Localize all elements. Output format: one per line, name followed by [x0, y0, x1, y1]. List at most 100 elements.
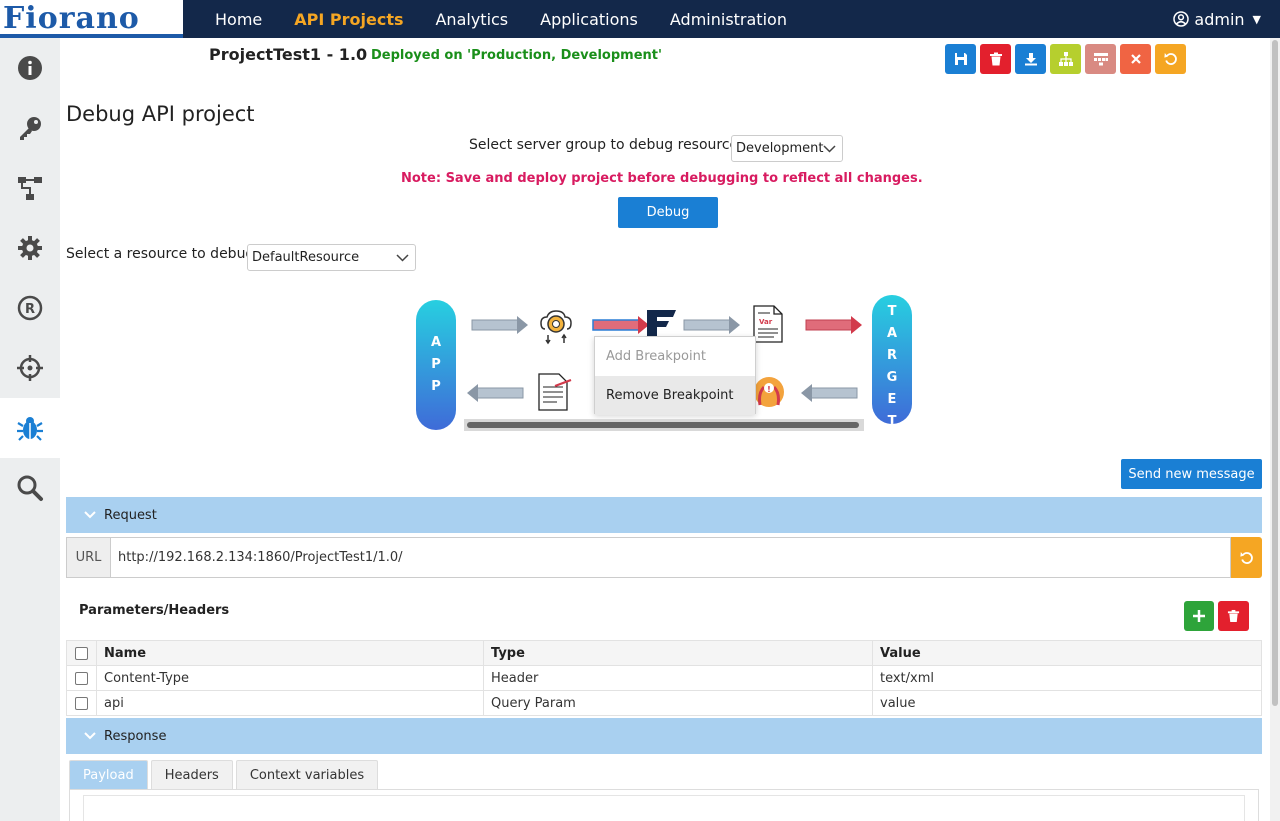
document-policy-icon[interactable]: Var — [752, 305, 784, 343]
tab-headers[interactable]: Headers — [150, 760, 233, 789]
param-name[interactable]: api — [96, 690, 484, 716]
user-name: admin — [1194, 9, 1245, 29]
delete-param-button[interactable] — [1218, 601, 1249, 631]
sidebar-item-flow[interactable] — [0, 158, 60, 218]
chevron-down-icon — [823, 144, 836, 153]
row-checkbox[interactable] — [75, 671, 88, 685]
request-panel-header[interactable]: Request — [66, 497, 1262, 533]
hierarchy-icon — [1058, 52, 1073, 66]
sidebar-item-target[interactable] — [0, 338, 60, 398]
add-breakpoint-menu-item[interactable]: Add Breakpoint — [595, 337, 755, 376]
user-circle-icon — [1173, 11, 1190, 27]
tab-payload[interactable]: Payload — [69, 760, 148, 789]
top-navbar: Fiorano Home API Projects Analytics Appl… — [0, 0, 1280, 38]
nav-administration[interactable]: Administration — [654, 10, 803, 29]
sidebar-item-info[interactable] — [0, 38, 60, 98]
flow-arrow-breakpoint[interactable] — [592, 315, 650, 335]
search-icon — [17, 475, 43, 501]
save-icon — [954, 53, 967, 65]
flow-arrow-right[interactable] — [683, 315, 741, 335]
bug-icon — [17, 417, 43, 441]
document-edit-policy-icon[interactable] — [537, 373, 573, 411]
sidebar-item-debug[interactable] — [0, 398, 60, 458]
select-all-checkbox[interactable] — [75, 646, 88, 660]
sidebar-item-settings[interactable] — [0, 218, 60, 278]
tab-context-variables[interactable]: Context variables — [235, 760, 379, 789]
nav-api-projects[interactable]: API Projects — [278, 10, 419, 29]
download-icon — [1024, 53, 1037, 66]
caret-down-icon: ▼ — [1252, 12, 1261, 26]
nav-applications[interactable]: Applications — [524, 10, 654, 29]
column-header-name[interactable]: Name — [96, 640, 484, 666]
nav-home[interactable]: Home — [199, 10, 278, 29]
delete-project-button[interactable] — [980, 44, 1011, 74]
error-handler-policy-icon[interactable]: ! — [752, 375, 786, 411]
param-value[interactable]: text/xml — [872, 665, 1262, 691]
info-icon — [18, 56, 42, 80]
fiorano-f-icon[interactable] — [645, 309, 677, 337]
table-row[interactable]: api Query Param value — [66, 690, 1262, 716]
refresh-button[interactable] — [1155, 44, 1186, 74]
response-tabs: Payload Headers Context variables — [69, 760, 379, 789]
deploy-button[interactable] — [1050, 44, 1081, 74]
table-row[interactable]: Content-Type Header text/xml — [66, 665, 1262, 691]
flow-arrow-left[interactable] — [466, 383, 524, 403]
row-select-cell — [66, 665, 97, 691]
trash-icon — [989, 52, 1002, 66]
sidebar-item-registered[interactable]: R — [0, 278, 60, 338]
param-name[interactable]: Content-Type — [96, 665, 484, 691]
response-panel-header[interactable]: Response — [66, 718, 1262, 754]
app-endpoint: A P P — [416, 300, 456, 430]
gear-policy-icon[interactable] — [537, 307, 575, 345]
crosshair-icon — [17, 355, 43, 381]
add-param-button[interactable] — [1184, 601, 1214, 631]
debug-button[interactable]: Debug — [618, 197, 718, 228]
flow-arrow-left[interactable] — [800, 383, 858, 403]
close-project-button[interactable] — [1120, 44, 1151, 74]
row-checkbox[interactable] — [75, 696, 88, 710]
param-value[interactable]: value — [872, 690, 1262, 716]
scrollbar-thumb[interactable] — [467, 422, 859, 428]
page-vertical-scrollbar[interactable] — [1270, 38, 1280, 821]
flow-arrow-right[interactable] — [471, 315, 529, 335]
save-deploy-note: Note: Save and deploy project before deb… — [401, 171, 923, 186]
response-title: Response — [104, 728, 167, 744]
column-header-type[interactable]: Type — [483, 640, 873, 666]
trash-icon — [1227, 609, 1240, 623]
target-letter: T — [887, 414, 897, 424]
select-all-cell — [66, 640, 97, 666]
gear-icon — [18, 236, 42, 260]
save-button[interactable] — [945, 44, 976, 74]
send-new-message-button[interactable]: Send new message — [1121, 459, 1262, 489]
scrollbar-thumb[interactable] — [1272, 40, 1278, 706]
refresh-icon — [1239, 551, 1253, 564]
param-type[interactable]: Header — [483, 665, 873, 691]
deploy-status: Deployed on 'Production, Development' — [371, 48, 662, 63]
chevron-down-icon — [84, 511, 96, 519]
nav-analytics[interactable]: Analytics — [419, 10, 524, 29]
sidebar-item-search[interactable] — [0, 458, 60, 518]
target-letter: T — [887, 304, 897, 319]
server-group-select[interactable]: Development — [731, 135, 843, 162]
column-header-value[interactable]: Value — [872, 640, 1262, 666]
sidebar-item-security[interactable] — [0, 98, 60, 158]
fiorano-logo[interactable]: Fiorano — [0, 0, 183, 38]
response-payload-editor[interactable] — [83, 795, 1245, 821]
server-group-label: Select server group to debug resources — [469, 137, 746, 153]
table-header-row: Name Type Value — [66, 640, 1262, 666]
app-letter: A — [430, 335, 442, 350]
user-menu[interactable]: admin ▼ — [1173, 0, 1261, 38]
flow-horizontal-scrollbar[interactable] — [464, 419, 864, 431]
resource-select[interactable]: DefaultResource — [247, 244, 416, 271]
url-reset-button[interactable] — [1231, 537, 1262, 578]
url-input[interactable]: http://192.168.2.134:1860/ProjectTest1/1… — [110, 537, 1231, 578]
params-table: Name Type Value Content-Type Header text… — [66, 640, 1262, 716]
remove-breakpoint-menu-item[interactable]: Remove Breakpoint — [595, 376, 755, 415]
breakpoint-context-menu: Add Breakpoint Remove Breakpoint — [594, 336, 756, 415]
undeploy-button[interactable] — [1085, 44, 1116, 74]
key-icon — [20, 117, 41, 140]
flow-arrow-breakpoint[interactable] — [805, 315, 863, 335]
download-button[interactable] — [1015, 44, 1046, 74]
chevron-down-icon — [84, 732, 96, 740]
param-type[interactable]: Query Param — [483, 690, 873, 716]
